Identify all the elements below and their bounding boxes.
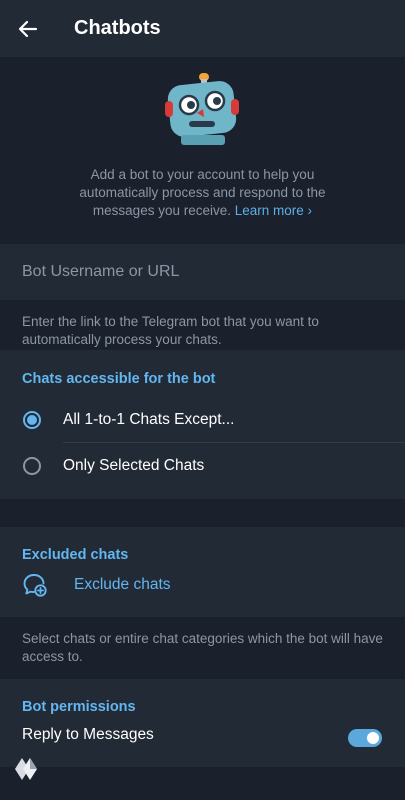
top-app-bar: Chatbots: [0, 0, 405, 57]
radio-option-all-except[interactable]: All 1-to-1 Chats Except...: [0, 397, 405, 442]
watermark-logo-icon: [15, 758, 37, 780]
learn-more-link[interactable]: Learn more ›: [235, 203, 312, 218]
radio-unchecked-icon: [23, 456, 41, 475]
reply-to-messages-label: Reply to Messages: [22, 726, 154, 743]
permissions-card: Bot permissions Reply to Messages: [0, 679, 405, 767]
reply-to-messages-toggle[interactable]: [348, 729, 382, 747]
arrow-left-icon: [18, 20, 38, 37]
radio-label-selected-chats: Only Selected Chats: [63, 456, 205, 474]
back-button[interactable]: [0, 0, 56, 57]
excluded-hint: Select chats or entire chat categories w…: [0, 617, 405, 679]
excluded-section-header: Excluded chats: [22, 547, 129, 563]
reply-to-messages-row[interactable]: Reply to Messages: [0, 715, 405, 761]
access-section-header: Chats accessible for the bot: [22, 371, 216, 387]
bot-username-field-container: [0, 244, 405, 300]
radio-label-all-except: All 1-to-1 Chats Except...: [63, 410, 235, 428]
hero-section: Add a bot to your account to help you au…: [0, 57, 405, 244]
radio-option-selected-chats[interactable]: Only Selected Chats: [0, 443, 405, 488]
section-gap: [0, 499, 405, 527]
hero-description-block: Add a bot to your account to help you au…: [53, 166, 353, 220]
bot-username-input[interactable]: [22, 263, 382, 281]
excluded-card: Excluded chats Exclude chats: [0, 527, 405, 617]
access-card: Chats accessible for the bot All 1-to-1 …: [0, 350, 405, 499]
radio-checked-icon: [23, 410, 41, 429]
robot-illustration: [164, 73, 239, 145]
page-title: Chatbots: [74, 17, 161, 39]
add-chat-icon: [23, 574, 47, 597]
permissions-section-header: Bot permissions: [22, 699, 136, 715]
exclude-chats-button[interactable]: Exclude chats: [0, 563, 405, 607]
exclude-chats-label: Exclude chats: [74, 576, 171, 593]
bot-input-hint: Enter the link to the Telegram bot that …: [0, 300, 405, 350]
